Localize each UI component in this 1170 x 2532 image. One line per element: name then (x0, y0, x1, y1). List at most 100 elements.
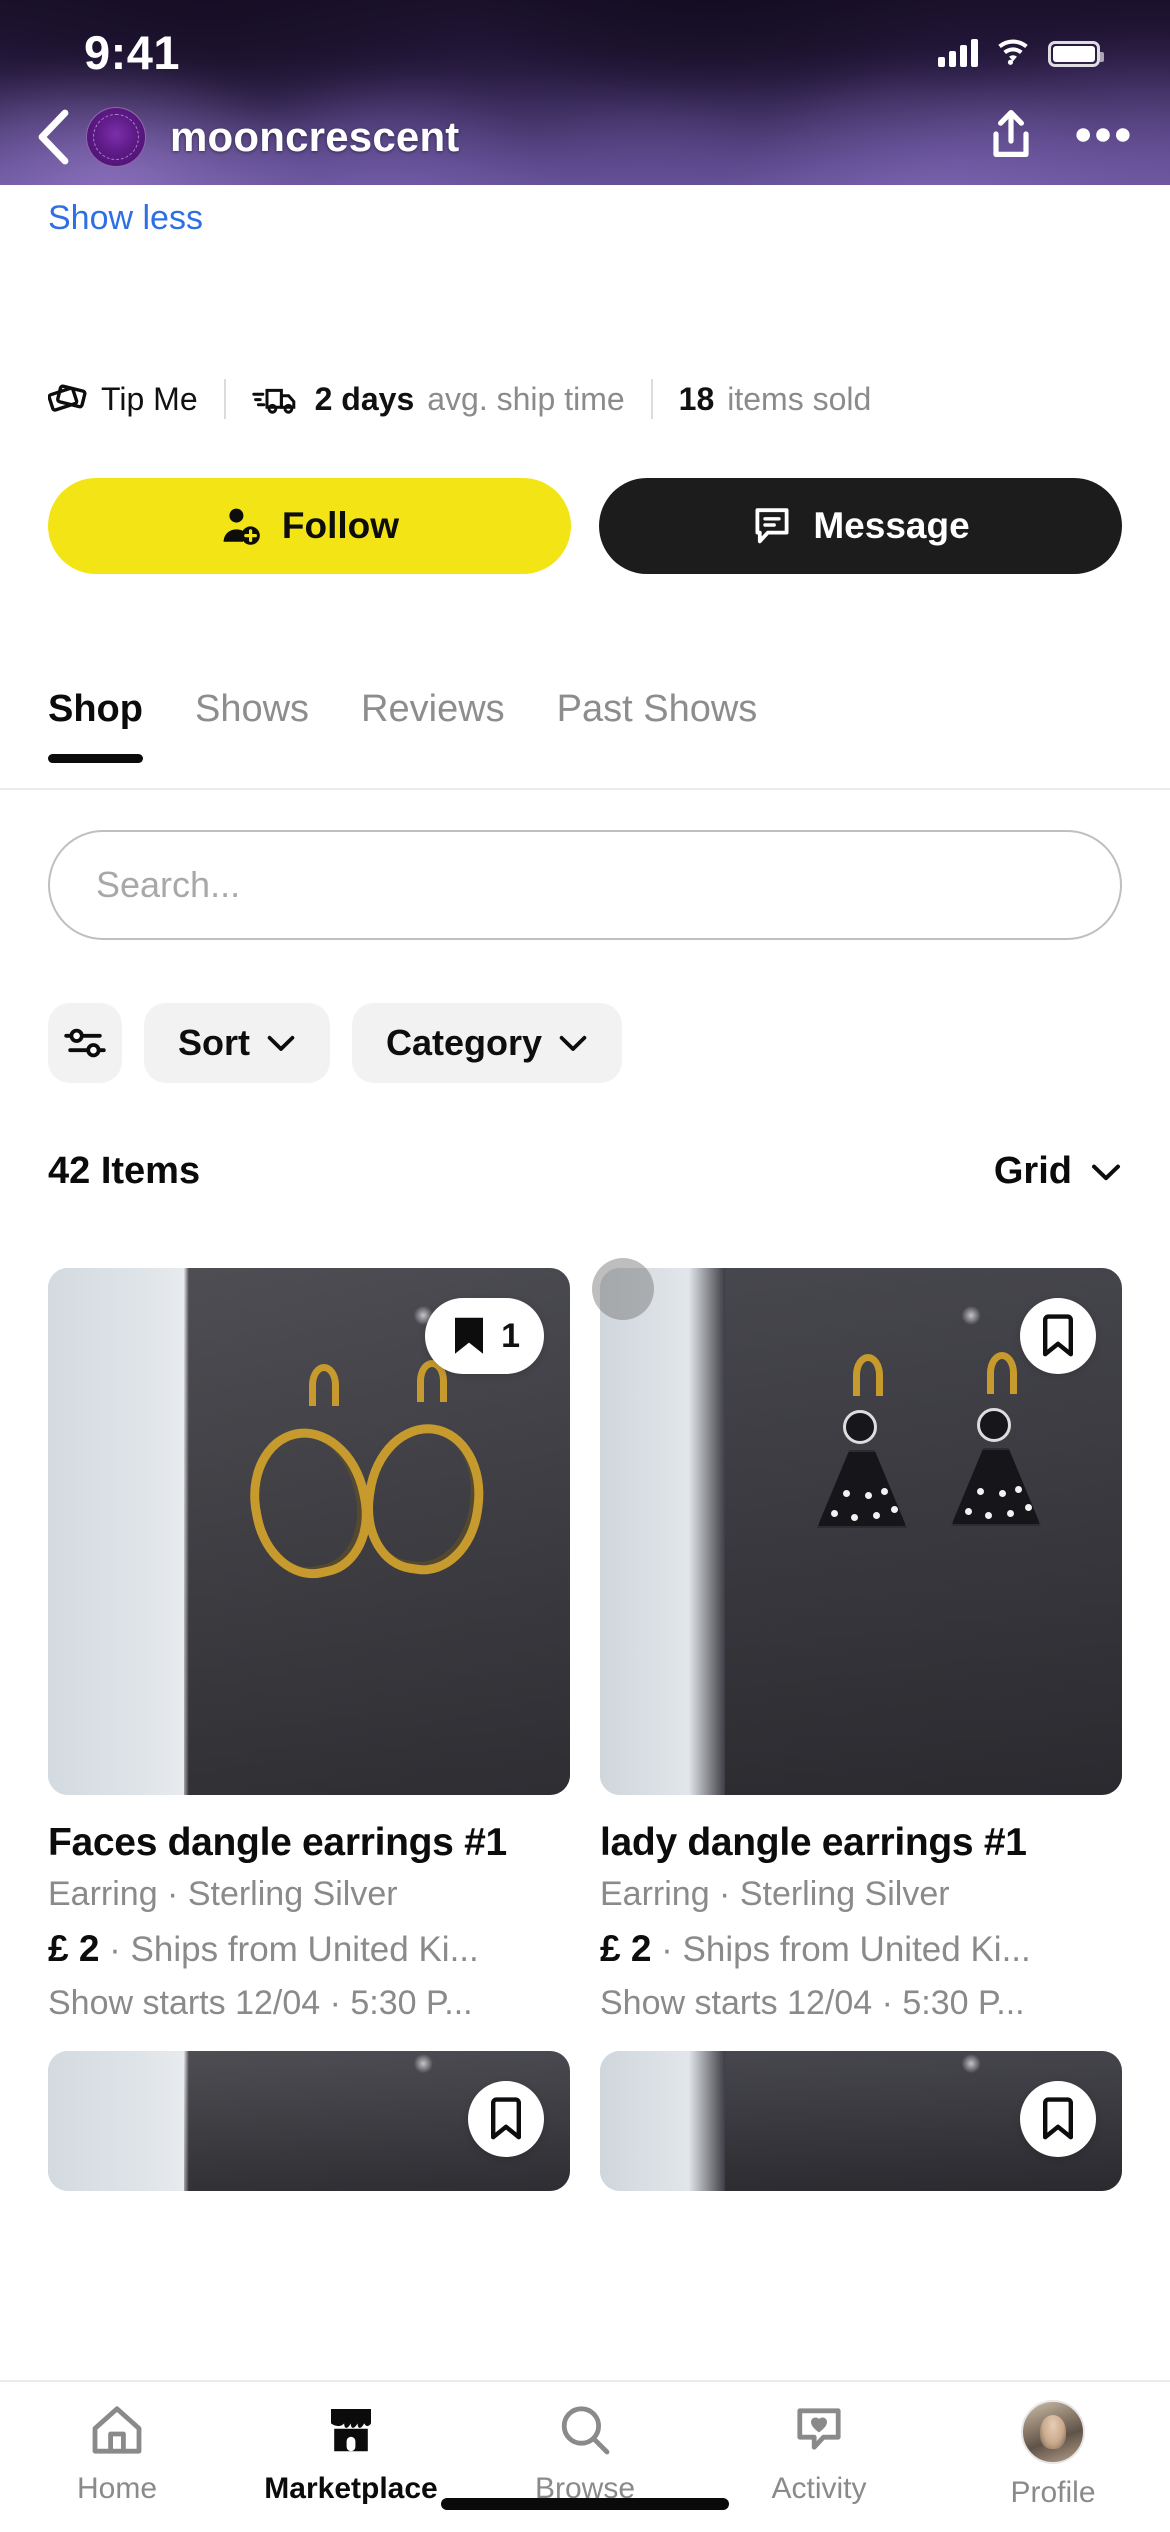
bookmark-outline-icon (1043, 2097, 1073, 2140)
profile-avatar-icon (1021, 2400, 1085, 2464)
share-button[interactable] (988, 109, 1034, 166)
tab-past-shows[interactable]: Past Shows (531, 688, 784, 761)
items-header-row: 42 Items Grid (0, 1150, 1170, 1193)
nav-label-profile: Profile (1010, 2476, 1096, 2509)
stat-ship-time: 2 days avg. ship time (251, 380, 625, 418)
product-show-time: Show starts 12/04 · 5:30 P... (48, 1984, 473, 2022)
category-dropdown-label: Category (386, 1022, 543, 1063)
header-actions (988, 109, 1130, 166)
person-add-icon (223, 508, 260, 545)
view-mode-label: Grid (993, 1150, 1072, 1192)
nav-item-marketplace[interactable]: Marketplace (234, 2400, 468, 2506)
product-meta: Earring · Sterling Silver (48, 1875, 398, 1913)
home-indicator (441, 2498, 729, 2510)
bookmark-outline-icon (1043, 1314, 1073, 1357)
show-less-link[interactable]: Show less (0, 185, 1170, 238)
product-show-time: Show starts 12/04 · 5:30 P... (600, 1984, 1025, 2022)
bookmark-count: 1 (501, 1316, 520, 1355)
search-input[interactable] (48, 830, 1122, 940)
product-card[interactable]: lady dangle earrings #1 Earring · Sterli… (592, 1258, 1122, 2023)
product-grid: 1 Faces dangle earrings #1 Earring · Ste… (0, 1258, 1170, 2191)
nav-label-marketplace: Marketplace (264, 2472, 438, 2505)
tip-money-icon (48, 384, 87, 412)
nav-item-activity[interactable]: Activity (702, 2400, 936, 2506)
tab-shop[interactable]: Shop (48, 688, 169, 763)
product-image[interactable]: 1 (48, 1268, 570, 1795)
shop-name: mooncrescent (170, 113, 460, 160)
product-title: Faces dangle earrings #1 (48, 1821, 507, 1864)
profile-hero-banner: 9:41 mooncrescent (0, 0, 1170, 185)
search-bar-container (0, 830, 1170, 940)
status-bar-time: 9:41 (84, 26, 181, 79)
filter-sliders-icon (64, 1028, 106, 1058)
stats-divider-2 (650, 379, 653, 419)
product-card[interactable] (600, 2051, 1122, 2191)
shop-avatar[interactable] (86, 107, 146, 167)
message-button-label: Message (813, 505, 970, 546)
product-ships-from: · Ships from United Ki... (661, 1930, 1031, 1969)
stat-tip-me[interactable]: Tip Me (48, 380, 198, 418)
product-price-row: £ 2 · Ships from United Ki... (48, 1928, 570, 1970)
category-dropdown[interactable]: Category (352, 1003, 623, 1083)
back-button[interactable] (22, 106, 84, 168)
battery-icon (1048, 40, 1104, 67)
profile-cta-row: Follow Message (0, 478, 1170, 574)
message-button[interactable]: Message (599, 478, 1122, 574)
bookmark-button[interactable] (1020, 1298, 1096, 1374)
share-icon (993, 109, 1029, 157)
product-title: lady dangle earrings #1 (600, 1821, 1027, 1864)
view-mode-dropdown[interactable]: Grid (994, 1150, 1122, 1193)
chat-bubble-icon (755, 508, 789, 544)
bookmark-button[interactable]: 1 (425, 1298, 544, 1374)
stats-divider-1 (223, 379, 226, 419)
nav-item-profile[interactable]: Profile (936, 2400, 1170, 2510)
filter-row: Sort Category (0, 1003, 1170, 1083)
status-bar-icons (938, 38, 1104, 67)
follow-button-label: Follow (281, 505, 400, 546)
bookmark-outline-icon (491, 2097, 521, 2140)
tab-reviews[interactable]: Reviews (335, 688, 531, 761)
bottom-navigation-bar: Home Marketplace Browse Activity Profile (0, 2380, 1170, 2532)
sort-dropdown-label: Sort (178, 1022, 250, 1063)
shipping-truck-icon (251, 388, 295, 414)
bookmark-filled-icon (455, 1317, 484, 1354)
chevron-down-icon (559, 1035, 587, 1051)
product-meta: Earring · Sterling Silver (600, 1875, 950, 1913)
marketplace-storefront-icon (331, 2409, 371, 2452)
follow-button[interactable]: Follow (48, 478, 571, 574)
sort-dropdown[interactable]: Sort (144, 1003, 330, 1083)
filter-button[interactable] (48, 1003, 122, 1083)
product-card[interactable] (48, 2051, 570, 2191)
items-count-label: 42 Items (48, 1150, 201, 1192)
profile-tabs: Shop Shows Reviews Past Shows (0, 672, 1170, 790)
stat-ship-time-value: 2 days (314, 380, 415, 417)
home-icon (92, 2406, 142, 2454)
signal-bars-icon (938, 38, 978, 67)
product-image[interactable] (600, 2051, 1122, 2191)
product-price: £ 2 (48, 1928, 100, 1969)
nav-item-browse[interactable]: Browse (468, 2400, 702, 2506)
more-options-icon (1076, 127, 1130, 142)
chevron-down-icon (267, 1035, 295, 1051)
product-image[interactable] (48, 2051, 570, 2191)
product-card[interactable]: 1 Faces dangle earrings #1 Earring · Ste… (48, 1268, 570, 2023)
profile-nav-row: mooncrescent (0, 92, 1170, 182)
product-price-row: £ 2 · Ships from United Ki... (592, 1258, 1122, 1970)
stat-ship-time-label: avg. ship time (427, 380, 625, 417)
wifi-icon (998, 39, 1028, 65)
product-image[interactable] (600, 1268, 1122, 1795)
nav-label-home: Home (76, 2472, 158, 2505)
status-bar: 9:41 (0, 0, 1170, 105)
bookmark-button[interactable] (1020, 2081, 1096, 2157)
product-price: £ 2 (600, 1928, 652, 1969)
back-chevron-icon (38, 109, 69, 165)
stat-items-sold-label: items sold (727, 380, 872, 417)
more-options-button[interactable] (1076, 127, 1130, 148)
nav-item-home[interactable]: Home (0, 2400, 234, 2506)
bookmark-button[interactable] (468, 2081, 544, 2157)
tab-shows[interactable]: Shows (169, 688, 335, 761)
shop-stats-row: Tip Me 2 days avg. ship time 18 items so… (0, 372, 1170, 426)
nav-label-activity: Activity (771, 2472, 867, 2505)
activity-heart-bubble-icon (797, 2408, 841, 2450)
chevron-down-icon (1092, 1164, 1120, 1180)
